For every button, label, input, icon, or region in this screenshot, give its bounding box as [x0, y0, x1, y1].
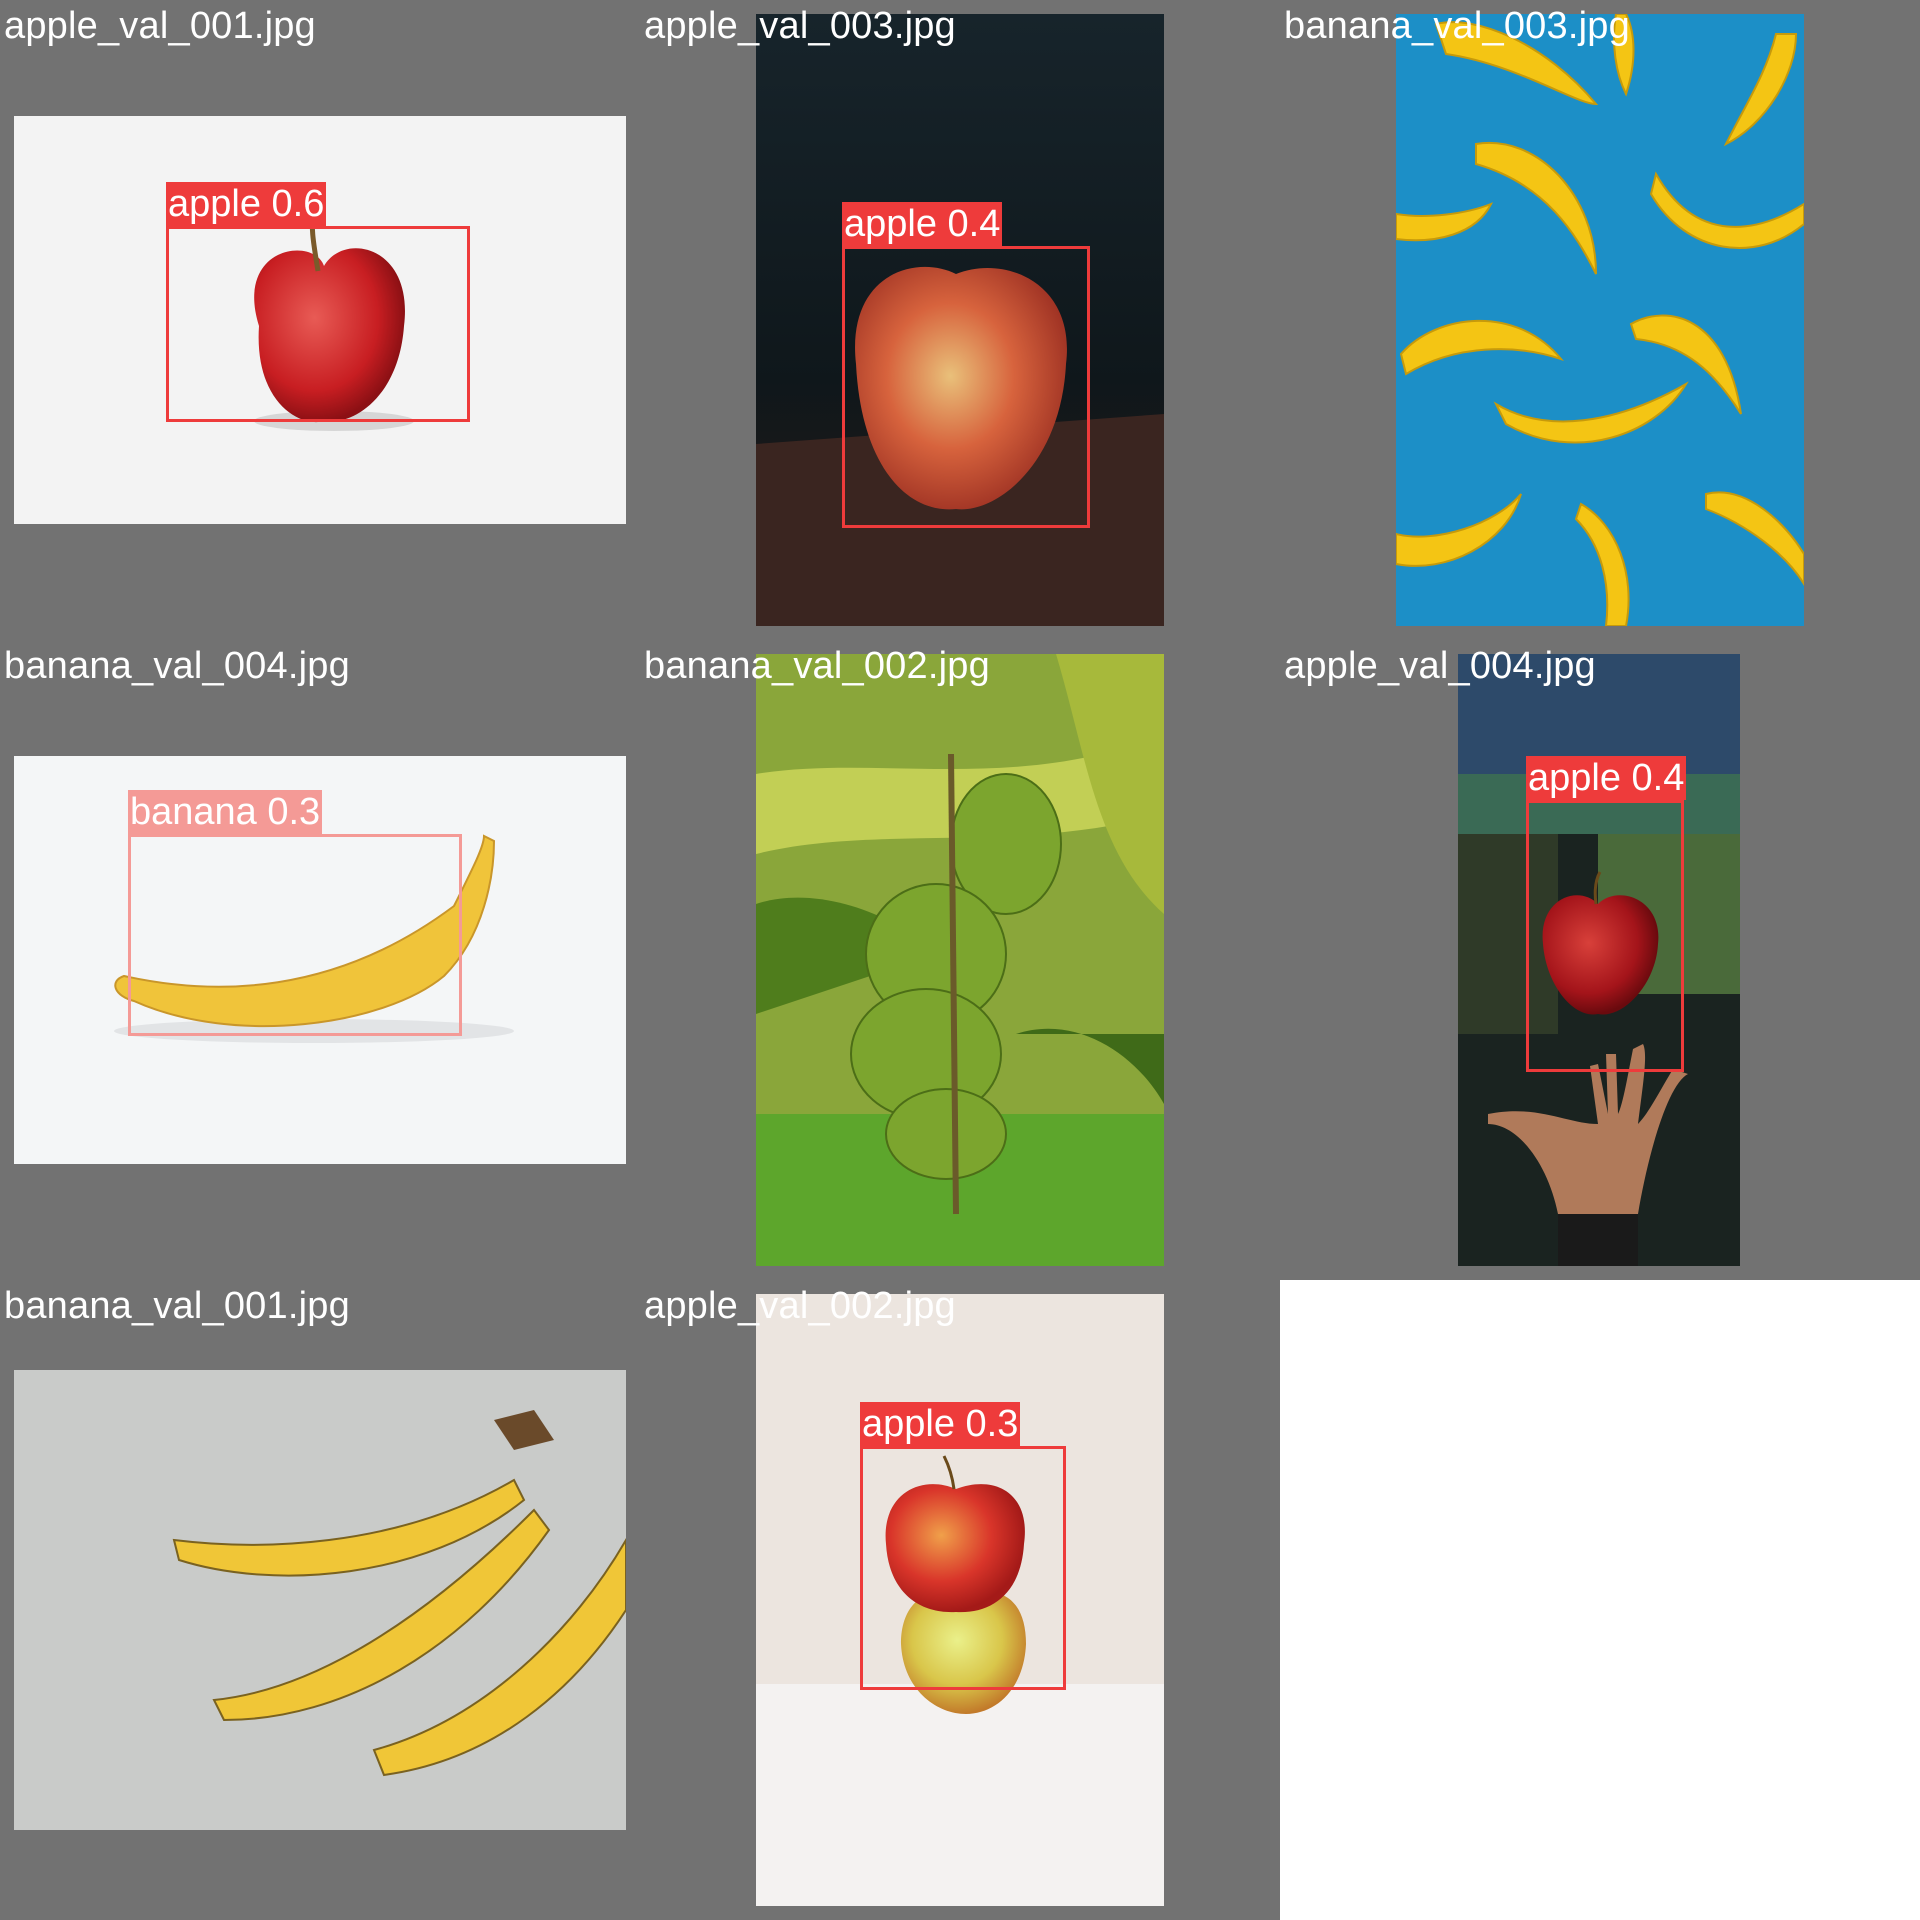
photo-bananas-blue-bg	[1396, 14, 1804, 626]
tile-banana-val-004[interactable]: banana 0.3 banana_val_004.jpg	[0, 640, 640, 1280]
prediction-grid: apple 0.6 apple_val_001.jpg apple 0.4 ap…	[0, 0, 1920, 1920]
tile-banana-val-001[interactable]: banana_val_001.jpg	[0, 1280, 640, 1920]
filename-label: banana_val_001.jpg	[4, 1285, 350, 1327]
tile-apple-val-001[interactable]: apple 0.6 apple_val_001.jpg	[0, 0, 640, 640]
tile-banana-val-003[interactable]: banana_val_003.jpg	[1280, 0, 1920, 640]
photo-banana-tree	[756, 654, 1164, 1266]
bbox-label: apple 0.4	[842, 202, 1003, 246]
photo-bananas-gray-bg	[14, 1370, 626, 1830]
empty-cell	[1282, 1282, 1920, 1920]
bbox-apple	[166, 226, 470, 422]
bbox-label: apple 0.3	[860, 1402, 1021, 1446]
bbox-banana	[128, 834, 462, 1036]
bbox-label: banana 0.3	[128, 790, 323, 834]
tile-apple-val-004[interactable]: apple 0.4 apple_val_004.jpg	[1280, 640, 1920, 1280]
bbox-label: apple 0.6	[166, 182, 327, 226]
filename-label: banana_val_003.jpg	[1284, 5, 1630, 47]
filename-label: apple_val_001.jpg	[4, 5, 316, 47]
tile-apple-val-002[interactable]: apple 0.3 apple_val_002.jpg	[640, 1280, 1280, 1920]
filename-label: apple_val_003.jpg	[644, 5, 956, 47]
bbox-apple	[1526, 800, 1684, 1072]
bbox-apple	[842, 246, 1090, 528]
tile-apple-val-003[interactable]: apple 0.4 apple_val_003.jpg	[640, 0, 1280, 640]
bbox-apple	[860, 1446, 1066, 1690]
filename-label: banana_val_002.jpg	[644, 645, 990, 687]
filename-label: apple_val_004.jpg	[1284, 645, 1596, 687]
bbox-label: apple 0.4	[1526, 756, 1687, 800]
filename-label: banana_val_004.jpg	[4, 645, 350, 687]
tile-banana-val-002[interactable]: banana_val_002.jpg	[640, 640, 1280, 1280]
filename-label: apple_val_002.jpg	[644, 1285, 956, 1327]
